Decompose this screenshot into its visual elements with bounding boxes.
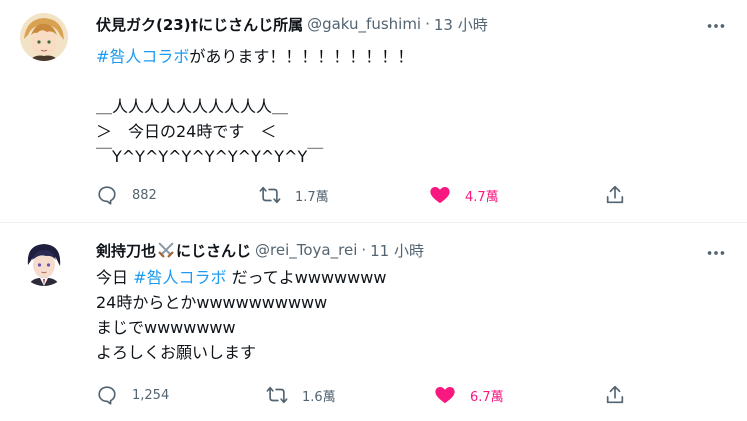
crossed-swords-emoji: [158, 242, 174, 257]
tweet-timestamp[interactable]: 11 小時: [370, 240, 424, 261]
tweet-text-first-line: があります！！！！！！！！！: [189, 47, 414, 66]
tweet-text-first-line: だってよwwwwwww: [226, 268, 387, 287]
tweet-text-rest: ＿人人人人人人人人人人＿ ＞ 今日の24時です ＜ ￣Y^Y^Y^Y^Y^Y^Y…: [96, 97, 324, 166]
display-name-text: 剣持刀也: [96, 241, 157, 260]
tweet-timestamp[interactable]: 13 小時: [434, 14, 488, 35]
reply-button[interactable]: 882: [96, 183, 157, 207]
tweet-actions: 1,254 1.6萬 6.7萬: [96, 383, 636, 407]
tweet-header: 剣持刀也 にじさんじ @rei_Toya_rei · 11 小時: [96, 240, 424, 260]
tweet-header: 伏見ガク(23)†にじさんじ所属 @gaku_fushimi · 13 小時: [96, 14, 488, 34]
separator-dot: ·: [425, 15, 430, 33]
tweet-text: 今日 #咎人コラボ だってよwwwwwww 24時からとかwwwwwwwwww …: [96, 265, 386, 365]
retweet-button[interactable]: 1.6萬: [266, 383, 336, 407]
share-button[interactable]: [604, 383, 626, 407]
avatar[interactable]: [20, 13, 68, 61]
display-name-suffix: にじさんじ: [176, 241, 252, 260]
retweet-count: 1.7萬: [295, 189, 329, 205]
heart-icon: [435, 387, 455, 404]
reply-count: 882: [132, 187, 157, 203]
retweet-button[interactable]: 1.7萬: [259, 183, 329, 207]
avatar[interactable]: [20, 238, 68, 286]
like-button[interactable]: 6.7萬: [434, 383, 504, 407]
more-dots-icon[interactable]: [705, 242, 727, 264]
like-count: 4.7萬: [465, 189, 499, 205]
tweet-text: #咎人コラボがあります！！！！！！！！！ ＿人人人人人人人人人人＿ ＞ 今日の2…: [96, 44, 413, 169]
user-handle[interactable]: @rei_Toya_rei: [255, 241, 357, 259]
tweet-card[interactable]: 伏見ガク(23)†にじさんじ所属 @gaku_fushimi · 13 小時 #…: [0, 0, 747, 222]
tweet-text-rest: 24時からとかwwwwwwwwww まじでwwwwwww よろしくお願いします: [96, 293, 328, 362]
share-button[interactable]: [604, 183, 626, 207]
display-name[interactable]: 剣持刀也 にじさんじ: [96, 240, 251, 261]
display-name[interactable]: 伏見ガク(23)†にじさんじ所属: [96, 14, 303, 35]
retweet-count: 1.6萬: [302, 389, 336, 405]
reply-bubble-icon: [98, 386, 116, 405]
retweet-arrows-icon: [266, 386, 288, 404]
heart-icon: [430, 187, 450, 204]
more-dots-icon[interactable]: [705, 15, 727, 37]
like-count: 6.7萬: [470, 389, 504, 405]
reply-bubble-icon: [98, 186, 116, 205]
hashtag-link[interactable]: #咎人コラボ: [133, 268, 226, 287]
hashtag-link[interactable]: #咎人コラボ: [96, 47, 189, 66]
share-upload-icon: [606, 185, 624, 204]
user-handle[interactable]: @gaku_fushimi: [307, 15, 421, 33]
tweet-text-prefix: 今日: [96, 268, 134, 287]
share-upload-icon: [606, 385, 624, 404]
tweet-card[interactable]: 剣持刀也 にじさんじ @rei_Toya_rei · 11 小時 今日 #咎人コラ…: [0, 222, 747, 421]
retweet-arrows-icon: [259, 186, 281, 204]
tweet-actions: 882 1.7萬 4.7萬: [96, 183, 636, 207]
like-button[interactable]: 4.7萬: [429, 183, 499, 207]
reply-count: 1,254: [132, 387, 170, 403]
separator-dot: ·: [361, 241, 367, 259]
reply-button[interactable]: 1,254: [96, 383, 169, 407]
